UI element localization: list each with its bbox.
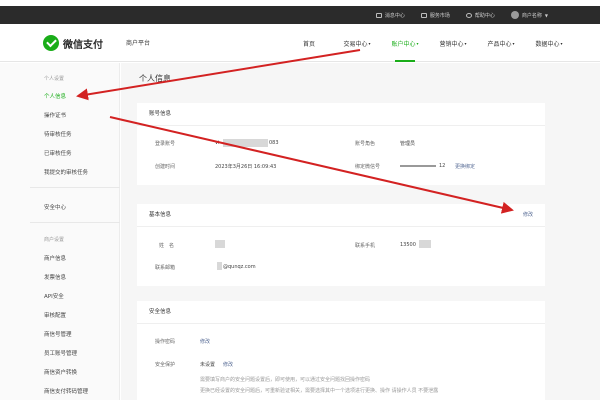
security-description-1: 需要填写商户的安全问题设置后，即可使用，可以通过安全问题找回操作密码 bbox=[200, 377, 371, 383]
main-content: 个人信息 账号信息 登录账号 vi 083 账号角色 管理员 创建时间 2023… bbox=[121, 63, 600, 400]
chevron-down-icon: ▾ bbox=[368, 40, 371, 46]
sidebar-item-security-center[interactable]: 安全中心 bbox=[44, 203, 66, 211]
sidebar-group-personal: 个人设置 bbox=[44, 76, 65, 82]
top-utility-items: 消息中心 服务市场 帮助中心 商户名称 ▼ bbox=[375, 6, 548, 24]
bound-wechat-value-suffix: 12 bbox=[439, 163, 446, 169]
card-divider bbox=[137, 226, 545, 227]
avatar bbox=[510, 11, 519, 19]
login-account-masked bbox=[223, 139, 268, 147]
message-center-label: 消息中心 bbox=[384, 12, 405, 19]
sidebar-divider bbox=[30, 222, 120, 223]
sidebar-group-merchant: 商户设置 bbox=[44, 237, 65, 243]
chevron-down-icon: ▾ bbox=[560, 40, 563, 46]
nav-product-center[interactable]: 产品中心 ▾ bbox=[477, 24, 525, 62]
help-center-link[interactable]: 帮助中心 bbox=[465, 12, 495, 19]
account-role-label: 账号角色 bbox=[355, 141, 376, 147]
sidebar-item-submitted-review[interactable]: 我提交的审核任务 bbox=[44, 168, 88, 176]
nav-home[interactable]: 首页 bbox=[285, 24, 333, 62]
nav-trade-center-label: 交易中心 bbox=[343, 40, 368, 48]
account-info-card: 账号信息 登录账号 vi 083 账号角色 管理员 创建时间 2023年3月26… bbox=[137, 103, 545, 185]
card-divider bbox=[137, 125, 545, 126]
service-market-link[interactable]: 服务市场 bbox=[420, 12, 450, 19]
edit-password-link[interactable]: 修改 bbox=[200, 338, 210, 345]
contact-email-masked bbox=[217, 262, 222, 270]
nav-data-center-label: 数据中心 bbox=[535, 40, 560, 48]
sidebar-item-invoice-info[interactable]: 发票信息 bbox=[44, 273, 66, 281]
sidebar-item-staff-accounts[interactable]: 员工账号管理 bbox=[44, 349, 77, 357]
sidebar-item-merchant-info[interactable]: 商户信息 bbox=[44, 254, 66, 262]
created-time-label: 创建时间 bbox=[155, 164, 176, 170]
wechat-pay-logo-icon bbox=[43, 35, 59, 51]
sidebar-item-account-manage[interactable]: 商信号管理 bbox=[44, 330, 72, 338]
nav-home-label: 首页 bbox=[302, 40, 315, 48]
bound-wechat-label: 绑定微信号 bbox=[355, 164, 381, 170]
wechat-pay-logo[interactable]: 微信支付 bbox=[43, 35, 103, 51]
security-question-label: 安全保护 bbox=[155, 362, 176, 368]
help-center-label: 帮助中心 bbox=[474, 12, 495, 19]
basic-info-card: 基本信息 修改 姓 名 联系手机 13500 联系邮箱 @qunqz.com bbox=[137, 204, 545, 286]
message-icon bbox=[375, 12, 382, 18]
account-info-title: 账号信息 bbox=[149, 111, 172, 117]
security-info-title: 安全信息 bbox=[149, 309, 172, 315]
merchant-platform-label: 商户平台 bbox=[126, 40, 151, 47]
contact-phone-label: 联系手机 bbox=[355, 243, 376, 249]
chevron-down-icon: ▾ bbox=[464, 40, 467, 46]
chevron-down-icon: ▾ bbox=[512, 40, 515, 46]
nav-account-center-label: 账户中心 bbox=[391, 40, 416, 48]
contact-phone-value-prefix: 13500 bbox=[400, 242, 416, 248]
main-header: 微信支付 商户平台 首页 交易中心 ▾ 账户中心 ▾ 营销中心 ▾ 产品中心 ▾ 数据中… bbox=[0, 24, 600, 62]
sidebar-item-review-config[interactable]: 审核配置 bbox=[44, 311, 66, 319]
sidebar-item-personal-info[interactable]: 个人信息 bbox=[44, 92, 66, 100]
nav-marketing-center-label: 营销中心 bbox=[439, 40, 464, 48]
edit-security-question-link[interactable]: 修改 bbox=[223, 361, 233, 368]
nav-product-center-label: 产品中心 bbox=[487, 40, 512, 48]
market-icon bbox=[420, 12, 427, 18]
basic-info-title: 基本信息 bbox=[149, 212, 172, 218]
account-role-value: 管理员 bbox=[400, 141, 416, 147]
name-label: 姓 名 bbox=[159, 243, 175, 249]
main-nav: 首页 交易中心 ▾ 账户中心 ▾ 营销中心 ▾ 产品中心 ▾ 数据中心 ▾ bbox=[285, 24, 573, 62]
account-menu[interactable]: 商户名称 ▼ bbox=[510, 11, 548, 19]
created-time-value: 2023年3月26日 16:09:43 bbox=[215, 164, 277, 170]
page-title: 个人信息 bbox=[139, 74, 171, 83]
chevron-down-icon: ▼ bbox=[544, 12, 548, 18]
help-icon bbox=[465, 12, 472, 18]
service-market-label: 服务市场 bbox=[429, 12, 450, 19]
login-account-value-prefix: vi bbox=[215, 140, 220, 146]
sidebar-divider bbox=[30, 187, 120, 188]
nav-marketing-center[interactable]: 营销中心 ▾ bbox=[429, 24, 477, 62]
contact-phone-masked bbox=[419, 240, 431, 248]
account-name-label: 商户名称 bbox=[521, 12, 542, 19]
operation-password-label: 操作密码 bbox=[155, 339, 176, 345]
change-binding-link[interactable]: 更换绑定 bbox=[455, 163, 475, 170]
chevron-down-icon: ▾ bbox=[416, 40, 419, 46]
security-question-value: 未设置 bbox=[200, 362, 216, 368]
contact-email-value: @qunqz.com bbox=[223, 264, 256, 270]
nav-account-center[interactable]: 账户中心 ▾ bbox=[381, 24, 429, 62]
nav-data-center[interactable]: 数据中心 ▾ bbox=[525, 24, 573, 62]
contact-email-label: 联系邮箱 bbox=[155, 265, 176, 271]
nav-trade-center[interactable]: 交易中心 ▾ bbox=[333, 24, 381, 62]
sidebar-item-api-security[interactable]: API安全 bbox=[44, 292, 64, 300]
sidebar-item-certificate[interactable]: 操作证书 bbox=[44, 111, 66, 119]
name-masked bbox=[215, 240, 225, 248]
security-description-2: 更换已经设置的安全问题后，可重新验证相关，需要选择其中一个选项进行更换、操作 请… bbox=[200, 388, 439, 394]
sidebar: 个人设置 个人信息 操作证书 待审核任务 已审核任务 我提交的审核任务 安全中心… bbox=[0, 63, 120, 400]
security-info-card: 安全信息 操作密码 修改 安全保护 未设置 修改 需要填写商户的安全问题设置后，… bbox=[137, 301, 545, 400]
sidebar-item-pay-code-manage[interactable]: 商信支付转码管理 bbox=[44, 387, 88, 395]
logo-text: 微信支付 bbox=[63, 39, 103, 51]
sidebar-item-account-convert[interactable]: 商信资户转换 bbox=[44, 368, 77, 376]
login-account-label: 登录账号 bbox=[155, 141, 176, 147]
bound-wechat-masked bbox=[400, 165, 436, 167]
sidebar-item-reviewed[interactable]: 已审核任务 bbox=[44, 149, 72, 157]
edit-basic-info-link[interactable]: 修改 bbox=[523, 211, 533, 218]
sidebar-item-pending-review[interactable]: 待审核任务 bbox=[44, 130, 72, 138]
card-divider bbox=[137, 323, 545, 324]
message-center-link[interactable]: 消息中心 bbox=[375, 12, 405, 19]
login-account-value-suffix: 083 bbox=[269, 140, 279, 146]
